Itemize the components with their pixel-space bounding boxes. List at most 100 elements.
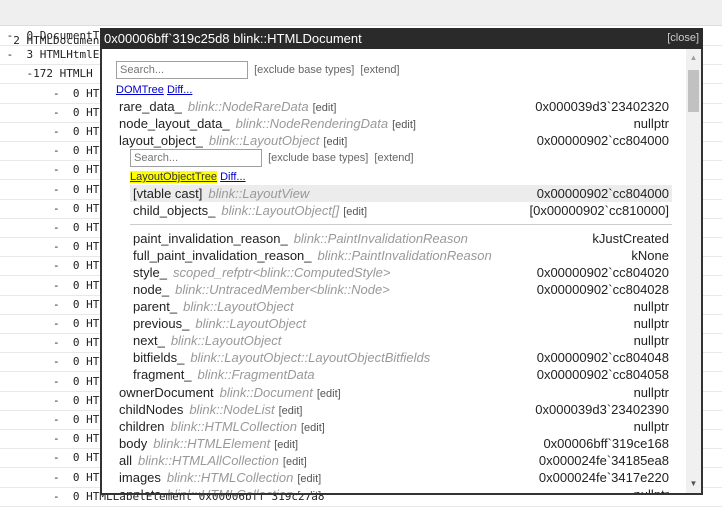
tree-row-label: - 0 HT: [0, 144, 100, 158]
field-type[interactable]: blink::PaintInvalidationReason: [318, 248, 492, 263]
field-value[interactable]: 0x00000902`cc804020: [537, 264, 669, 281]
nested-extend-toggle[interactable]: [extend]: [374, 152, 413, 164]
edit-link[interactable]: [edit]: [274, 439, 298, 451]
edit-link[interactable]: [edit]: [279, 405, 303, 417]
field-type[interactable]: blink::NodeRareData: [188, 99, 309, 114]
field-value[interactable]: nullptr: [634, 486, 669, 493]
field-value[interactable]: 0x00000902`cc804048: [537, 349, 669, 366]
field-row[interactable]: images blink::HTMLCollection [edit]: [119, 469, 321, 486]
field-type[interactable]: blink::LayoutObject::LayoutObjectBitfiel…: [190, 350, 430, 365]
field-value[interactable]: 0x000039d3`23402320: [535, 98, 669, 115]
field-child-objects[interactable]: child_objects_ blink::LayoutObject[] [edit…: [133, 202, 367, 219]
tree-row-label: - 0 HT: [0, 393, 100, 407]
search-input[interactable]: [116, 61, 248, 80]
nested-search-input[interactable]: [130, 149, 262, 168]
edit-link[interactable]: [edit]: [301, 422, 325, 434]
field-type[interactable]: blink::Document: [220, 385, 313, 400]
field-value[interactable]: 0x00000902`cc804028: [537, 281, 669, 298]
field-type[interactable]: blink::HTMLCollection: [167, 470, 293, 485]
edit-link[interactable]: [edit]: [313, 102, 337, 114]
field-type[interactable]: blink::HTMLCollection: [171, 419, 297, 434]
field-value[interactable]: nullptr: [634, 298, 669, 315]
field-value[interactable]: nullptr: [634, 418, 669, 435]
field-row[interactable]: rare_data_ blink::NodeRareData [edit]: [119, 98, 336, 115]
domtree-link[interactable]: DOMTree: [116, 84, 164, 96]
tree-row-html-document[interactable]: 2 HTMLDocument (https://www.cnn.com/) 0x…: [0, 0, 722, 47]
close-button[interactable]: [close]: [667, 28, 699, 49]
field-vtable-cast[interactable]: [vtable cast] blink::LayoutView: [133, 185, 309, 202]
field-type[interactable]: blink::FragmentData: [198, 367, 315, 382]
field-row[interactable]: bitfields_ blink::LayoutObject::LayoutObj…: [133, 349, 430, 366]
field-value[interactable]: [0x00000902`cc810000]: [529, 202, 669, 219]
edit-link[interactable]: [edit]: [317, 388, 341, 400]
field-name: rare_data_: [119, 99, 182, 114]
field-value[interactable]: 0x00000902`cc804000: [537, 185, 669, 202]
nested-diff-link[interactable]: Diff...: [220, 171, 245, 183]
tree-row-label: - 0 HT: [0, 125, 100, 138]
field-type[interactable]: blink::LayoutObject: [171, 333, 282, 348]
nested-exclude-base-types-toggle[interactable]: [exclude base types]: [268, 152, 368, 164]
field-value[interactable]: 0x00006bff`319ce168: [543, 435, 669, 452]
field-value[interactable]: 0x00000902`cc804000: [537, 132, 669, 149]
vertical-scrollbar[interactable]: ▲ ▼: [686, 49, 701, 493]
edit-link[interactable]: [edit]: [343, 206, 367, 218]
field-row[interactable]: fragment_ blink::FragmentData: [133, 366, 315, 383]
field-type[interactable]: blink::HTMLCollection: [167, 487, 293, 493]
field-row[interactable]: parent_ blink::LayoutObject: [133, 298, 294, 315]
tree-row-label: - 0 HT: [0, 278, 100, 292]
field-row[interactable]: layout_object_ blink::LayoutObject [edit]: [119, 132, 347, 149]
field-value[interactable]: kJustCreated: [592, 230, 669, 247]
field-type[interactable]: blink::HTMLAllCollection: [138, 453, 279, 468]
field-type[interactable]: blink::LayoutObject: [209, 133, 320, 148]
edit-link[interactable]: [edit]: [297, 473, 321, 485]
edit-link[interactable]: [edit]: [297, 490, 321, 493]
field-type[interactable]: blink::NodeRenderingData: [236, 116, 388, 131]
field-value[interactable]: 0x000024fe`3417e220: [539, 469, 669, 486]
field-row[interactable]: node_ blink::UntracedMember<blink::Node>: [133, 281, 390, 298]
field-row[interactable]: children blink::HTMLCollection [edit]: [119, 418, 325, 435]
scroll-down-arrow-icon[interactable]: ▼: [686, 477, 701, 491]
field-name: parent_: [133, 299, 178, 314]
field-value[interactable]: nullptr: [634, 115, 669, 132]
field-row[interactable]: all blink::HTMLAllCollection [edit]: [119, 452, 307, 469]
field-type[interactable]: blink::NodeList: [189, 402, 274, 417]
field-name: node_: [133, 282, 170, 297]
scrollbar-thumb[interactable]: [688, 70, 699, 112]
field-type[interactable]: blink::LayoutView: [208, 186, 309, 201]
field-row[interactable]: childNodes blink::NodeList [edit]: [119, 401, 302, 418]
field-row[interactable]: body blink::HTMLElement [edit]: [119, 435, 298, 452]
edit-link[interactable]: [edit]: [392, 119, 416, 131]
field-row[interactable]: style_ scoped_refptr<blink::ComputedStyle…: [133, 264, 390, 281]
field-type[interactable]: scoped_refptr<blink::ComputedStyle>: [173, 265, 391, 280]
field-row[interactable]: full_paint_invalidation_reason_ blink::Pa…: [133, 247, 492, 264]
field-row[interactable]: applets blink::HTMLCollection[edit]: [119, 486, 321, 493]
field-row[interactable]: previous_ blink::LayoutObject: [133, 315, 306, 332]
exclude-base-types-toggle[interactable]: [exclude base types]: [254, 64, 354, 76]
field-type[interactable]: blink::LayoutObject: [195, 316, 306, 331]
field-row[interactable]: next_ blink::LayoutObject: [133, 332, 281, 349]
field-value[interactable]: 0x000024fe`34185ea8: [539, 452, 669, 469]
field-name: child_objects_: [133, 203, 216, 218]
field-row[interactable]: paint_invalidation_reason_ blink::PaintIn…: [133, 230, 468, 247]
field-value[interactable]: kNone: [631, 247, 669, 264]
field-name: body: [119, 436, 148, 451]
scroll-up-arrow-icon[interactable]: ▲: [686, 51, 701, 65]
field-row[interactable]: ownerDocument blink::Document [edit]: [119, 384, 341, 401]
field-type[interactable]: blink::UntracedMember<blink::Node>: [175, 282, 390, 297]
field-type[interactable]: blink::PaintInvalidationReason: [294, 231, 468, 246]
field-type[interactable]: blink::HTMLElement: [153, 436, 270, 451]
edit-link[interactable]: [edit]: [283, 456, 307, 468]
field-value[interactable]: nullptr: [634, 384, 669, 401]
extend-toggle[interactable]: [extend]: [360, 64, 399, 76]
field-row[interactable]: node_layout_data_ blink::NodeRenderingDat…: [119, 115, 416, 132]
field-value[interactable]: nullptr: [634, 332, 669, 349]
field-value[interactable]: nullptr: [634, 315, 669, 332]
field-value[interactable]: 0x000039d3`23402390: [535, 401, 669, 418]
field-name: previous_: [133, 316, 190, 331]
edit-link[interactable]: [edit]: [323, 136, 347, 148]
layout-object-tree-link[interactable]: LayoutObjectTree: [130, 171, 218, 183]
field-type[interactable]: blink::LayoutObject[]: [221, 203, 339, 218]
field-type[interactable]: blink::LayoutObject: [183, 299, 294, 314]
diff-link[interactable]: Diff...: [167, 84, 192, 96]
field-value[interactable]: 0x00000902`cc804058: [537, 366, 669, 383]
